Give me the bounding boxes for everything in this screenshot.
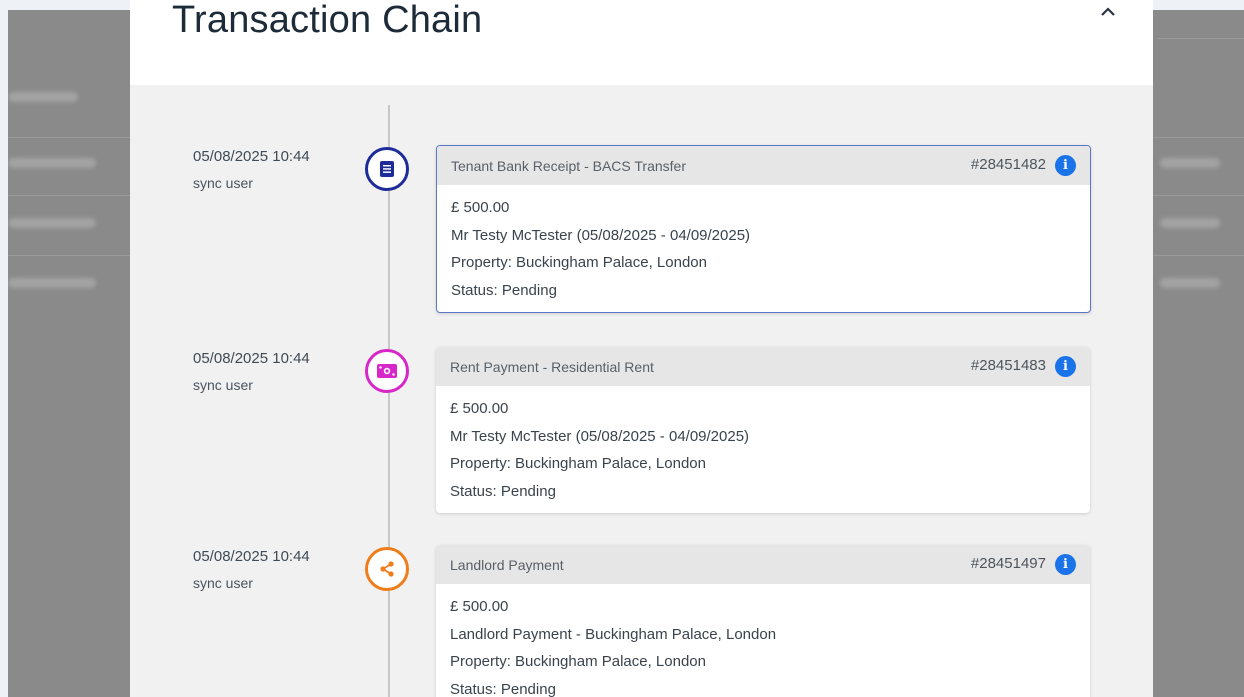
transaction-status: Status: Pending (450, 482, 556, 500)
transaction-type: Rent Payment - Residential Rent (450, 358, 654, 375)
entry-date: 05/08/2025 10:44 (193, 148, 310, 165)
transaction-description: Mr Testy McTester (05/08/2025 - 04/09/20… (450, 427, 750, 445)
transaction-reference: #28451483 (970, 357, 1046, 374)
entry-date: 05/08/2025 10:44 (193, 548, 310, 565)
entry-meta: 05/08/2025 10:44 sync user (193, 147, 353, 193)
transaction-description: Landlord Payment - Buckingham Palace, Lo… (450, 625, 777, 643)
document-icon (365, 147, 409, 191)
backdrop-text (8, 92, 78, 102)
transaction-reference: #28451482 (970, 156, 1046, 173)
backdrop-divider (1158, 38, 1244, 39)
chevron-up-icon[interactable] (1097, 4, 1119, 18)
transaction-type: Tenant Bank Receipt - BACS Transfer (451, 157, 686, 174)
info-icon[interactable]: i (1055, 155, 1076, 176)
entry-meta: 05/08/2025 10:44 sync user (193, 349, 353, 395)
info-icon[interactable]: i (1055, 554, 1076, 575)
transaction-card[interactable]: Tenant Bank Receipt - BACS Transfer #284… (436, 145, 1091, 313)
share-icon (365, 547, 409, 591)
card-header: Rent Payment - Residential Rent #2845148… (436, 347, 1090, 386)
info-icon[interactable]: i (1055, 356, 1076, 377)
entry-user: sync user (193, 175, 253, 191)
transaction-amount: £ 500.00 (451, 199, 510, 216)
entry-date: 05/08/2025 10:44 (193, 350, 310, 367)
backdrop-text (8, 218, 96, 228)
transaction-description: Mr Testy McTester (05/08/2025 - 04/09/20… (451, 226, 751, 244)
transaction-card[interactable]: Rent Payment - Residential Rent #2845148… (436, 347, 1090, 513)
backdrop-text (8, 278, 96, 288)
backdrop-text (1160, 158, 1220, 168)
backdrop-text (1160, 278, 1220, 288)
transaction-property: Property: Buckingham Palace, London (450, 653, 706, 670)
card-header: Landlord Payment #28451497 i (436, 545, 1090, 584)
backdrop-text (1160, 218, 1220, 228)
transaction-reference: #28451497 (970, 555, 1046, 572)
card-body: £ 500.00 Landlord Payment - Buckingham P… (436, 584, 1090, 697)
modal-header: Transaction Chain (130, 0, 1153, 85)
card-body: £ 500.00 Mr Testy McTester (05/08/2025 -… (436, 386, 1090, 513)
cash-icon (365, 349, 409, 393)
transaction-type: Landlord Payment (450, 556, 564, 573)
transaction-property: Property: Buckingham Palace, London (450, 455, 706, 472)
transaction-property: Property: Buckingham Palace, London (451, 254, 707, 271)
entry-meta: 05/08/2025 10:44 sync user (193, 547, 353, 593)
timeline-line (388, 105, 390, 697)
entry-user: sync user (193, 377, 253, 393)
card-header: Tenant Bank Receipt - BACS Transfer #284… (437, 146, 1090, 185)
card-body: £ 500.00 Mr Testy McTester (05/08/2025 -… (437, 185, 1090, 312)
transaction-chain-modal: Transaction Chain 05/08/2025 10:44 sync … (130, 0, 1153, 697)
transaction-amount: £ 500.00 (450, 598, 509, 615)
modal-title: Transaction Chain (172, 0, 483, 41)
transaction-status: Status: Pending (451, 281, 557, 299)
transaction-status: Status: Pending (450, 680, 556, 697)
entry-user: sync user (193, 575, 253, 591)
transaction-amount: £ 500.00 (450, 400, 509, 417)
backdrop-text (8, 158, 96, 168)
transaction-card[interactable]: Landlord Payment #28451497 i £ 500.00 La… (436, 545, 1090, 697)
